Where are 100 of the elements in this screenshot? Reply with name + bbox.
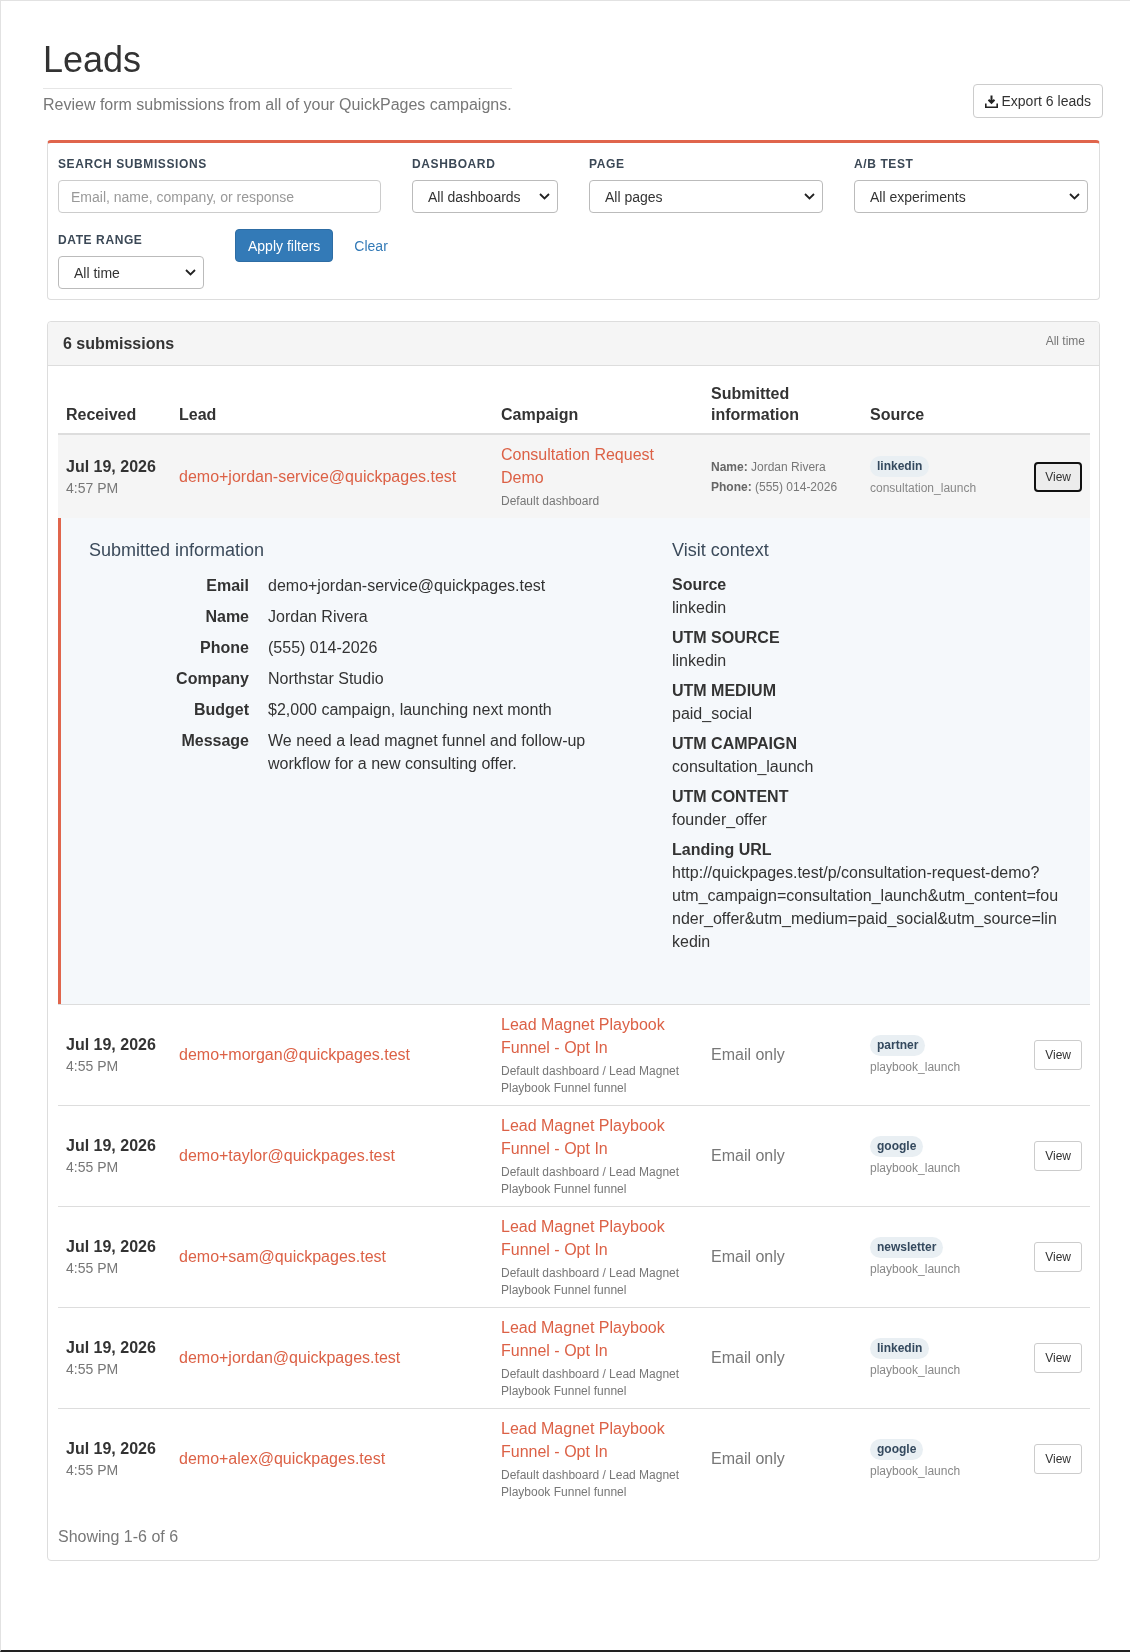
field-label: Name bbox=[204, 607, 249, 627]
received-date: Jul 19, 2026 bbox=[66, 1136, 157, 1156]
dropdown[interactable]: All time bbox=[58, 256, 204, 289]
date-range-label: All time bbox=[1045, 333, 1085, 348]
submitted-summary: Email only bbox=[711, 1349, 785, 1366]
received-date: Jul 19, 2026 bbox=[66, 1035, 157, 1055]
field-value: Northstar Studio bbox=[268, 669, 385, 689]
received-time: 4:55 PM bbox=[66, 1461, 120, 1480]
received-time: 4:55 PM bbox=[66, 1158, 120, 1177]
utm-campaign-text: consultation_launch bbox=[870, 480, 978, 497]
submitted-field: Name: Jordan Rivera bbox=[711, 456, 854, 477]
context-value: paid_social bbox=[672, 704, 754, 724]
export-button[interactable]: Export 6 leads bbox=[972, 84, 1103, 118]
lead-email-link[interactable]: demo+taylor@quickpages.test bbox=[179, 1147, 395, 1164]
lead-email-link[interactable]: demo+jordan@quickpages.test bbox=[179, 1349, 401, 1366]
context-label: Source bbox=[672, 575, 728, 595]
filter-label: A/B TEST bbox=[854, 156, 915, 172]
chevron-down-icon bbox=[804, 193, 815, 200]
field-label: Budget bbox=[192, 700, 249, 720]
context-value: linkedin bbox=[672, 651, 728, 671]
page-subtitle: Review form submissions from all of your QuickPages campaigns. bbox=[43, 95, 512, 115]
source-tag: newsletter bbox=[870, 1236, 944, 1258]
view-button[interactable]: View bbox=[1034, 461, 1082, 492]
apply-filters-button[interactable]: Apply filters bbox=[235, 229, 334, 262]
submitted-summary: Email only bbox=[711, 1147, 785, 1164]
lead-email-link[interactable]: demo+alex@quickpages.test bbox=[179, 1450, 386, 1467]
view-button[interactable]: View bbox=[1034, 1141, 1082, 1171]
field-label: Company bbox=[175, 669, 249, 689]
context-value: linkedin bbox=[672, 598, 728, 618]
campaign-link[interactable]: Lead Magnet Playbook Funnel - Opt In bbox=[501, 1013, 695, 1059]
lead-email-link[interactable]: demo+sam@quickpages.test bbox=[179, 1248, 386, 1265]
field-value: Jordan Rivera bbox=[268, 607, 369, 627]
search-field[interactable]: Email, name, company, or response bbox=[58, 180, 381, 213]
campaign-link[interactable]: Lead Magnet Playbook Funnel - Opt In bbox=[501, 1215, 695, 1261]
field-value: (555) 014-2026 bbox=[268, 638, 379, 658]
source-tag: google bbox=[870, 1438, 924, 1460]
chevron-down-icon bbox=[539, 193, 550, 200]
submitted-field: Phone: (555) 014-2026 bbox=[711, 476, 854, 497]
source-tag: partner bbox=[870, 1034, 926, 1056]
campaign-path: Default dashboard / Lead Magnet Playbook Funnel funnel bbox=[501, 1265, 681, 1299]
section-heading: Submitted information bbox=[89, 539, 266, 562]
source-tag: google bbox=[870, 1135, 924, 1157]
clear-link[interactable]: Clear bbox=[354, 235, 388, 256]
filter-label: DASHBOARD bbox=[412, 156, 497, 172]
received-date: Jul 19, 2026 bbox=[66, 1439, 157, 1459]
submitted-summary: Email only bbox=[711, 1450, 785, 1467]
dropdown[interactable]: All dashboards bbox=[412, 180, 558, 213]
field-value: We need a lead magnet funnel and follow-up workflow for a new consulting offer. bbox=[268, 731, 587, 774]
received-time: 4:55 PM bbox=[66, 1259, 120, 1278]
campaign-link[interactable]: Lead Magnet Playbook Funnel - Opt In bbox=[501, 1316, 695, 1362]
utm-campaign-text: playbook_launch bbox=[870, 1058, 962, 1076]
campaign-link[interactable]: Consultation Request Demo bbox=[501, 443, 695, 489]
view-button[interactable]: View bbox=[1034, 1242, 1082, 1272]
results-count: 6 submissions bbox=[63, 334, 175, 353]
utm-campaign-text: playbook_launch bbox=[870, 1260, 962, 1278]
received-date: Jul 19, 2026 bbox=[66, 1237, 157, 1257]
campaign-link[interactable]: Lead Magnet Playbook Funnel - Opt In bbox=[501, 1417, 695, 1463]
filter-label: DATE RANGE bbox=[58, 232, 144, 248]
context-value: http://quickpages.test/p/consultation-request-demo?utm_campaign=consultation_launch&utm_content=founder_offer&utm_medium=paid_social&utm_source=linkedin bbox=[672, 863, 1060, 952]
view-button[interactable]: View bbox=[1034, 1444, 1082, 1474]
chevron-down-icon bbox=[185, 269, 196, 276]
view-button[interactable]: View bbox=[1034, 1040, 1082, 1070]
utm-campaign-text: playbook_launch bbox=[870, 1159, 962, 1177]
received-date: Jul 19, 2026 bbox=[66, 456, 157, 477]
context-label: UTM CONTENT bbox=[672, 787, 790, 807]
view-button[interactable]: View bbox=[1034, 1343, 1082, 1373]
campaign-link[interactable]: Lead Magnet Playbook Funnel - Opt In bbox=[501, 1114, 695, 1160]
download-icon bbox=[984, 94, 998, 108]
source-tag: linkedin bbox=[870, 456, 930, 477]
campaign-path: Default dashboard / Lead Magnet Playbook Funnel funnel bbox=[501, 1164, 681, 1198]
field-value: demo+jordan-service@quickpages.test bbox=[268, 576, 547, 596]
field-label: Phone bbox=[199, 638, 249, 658]
field-label: Email bbox=[205, 576, 249, 596]
submitted-summary: Email only bbox=[711, 1248, 785, 1265]
campaign-path: Default dashboard bbox=[501, 493, 601, 510]
context-value: consultation_launch bbox=[672, 757, 815, 777]
dropdown[interactable]: All experiments bbox=[854, 180, 1088, 213]
submitted-summary: Email only bbox=[711, 1046, 785, 1063]
filter-label: SEARCH SUBMISSIONS bbox=[58, 156, 208, 172]
campaign-path: Default dashboard / Lead Magnet Playbook Funnel funnel bbox=[501, 1467, 681, 1501]
source-tag: linkedin bbox=[870, 1337, 930, 1359]
campaign-path: Default dashboard / Lead Magnet Playbook Funnel funnel bbox=[501, 1366, 681, 1400]
lead-email-link[interactable]: demo+morgan@quickpages.test bbox=[179, 1046, 411, 1063]
page-title: Leads bbox=[43, 40, 142, 80]
field-value: $2,000 campaign, launching next month bbox=[268, 700, 553, 720]
filter-label: PAGE bbox=[589, 156, 626, 172]
context-label: UTM CAMPAIGN bbox=[672, 734, 799, 754]
received-time: 4:55 PM bbox=[66, 1360, 120, 1379]
context-label: Landing URL bbox=[672, 840, 773, 860]
section-heading: Visit context bbox=[672, 539, 770, 562]
campaign-path: Default dashboard / Lead Magnet Playbook Funnel funnel bbox=[501, 1063, 681, 1097]
received-time: 4:55 PM bbox=[66, 1057, 120, 1076]
received-time: 4:57 PM bbox=[66, 478, 120, 498]
utm-campaign-text: playbook_launch bbox=[870, 1361, 962, 1379]
pagination-summary: Showing 1-6 of 6 bbox=[58, 1527, 180, 1547]
received-date: Jul 19, 2026 bbox=[66, 1338, 157, 1358]
field-label: Message bbox=[180, 731, 249, 751]
lead-email-link[interactable]: demo+jordan-service@quickpages.test bbox=[179, 467, 457, 485]
utm-campaign-text: playbook_launch bbox=[870, 1462, 962, 1480]
dropdown[interactable]: All pages bbox=[589, 180, 823, 213]
